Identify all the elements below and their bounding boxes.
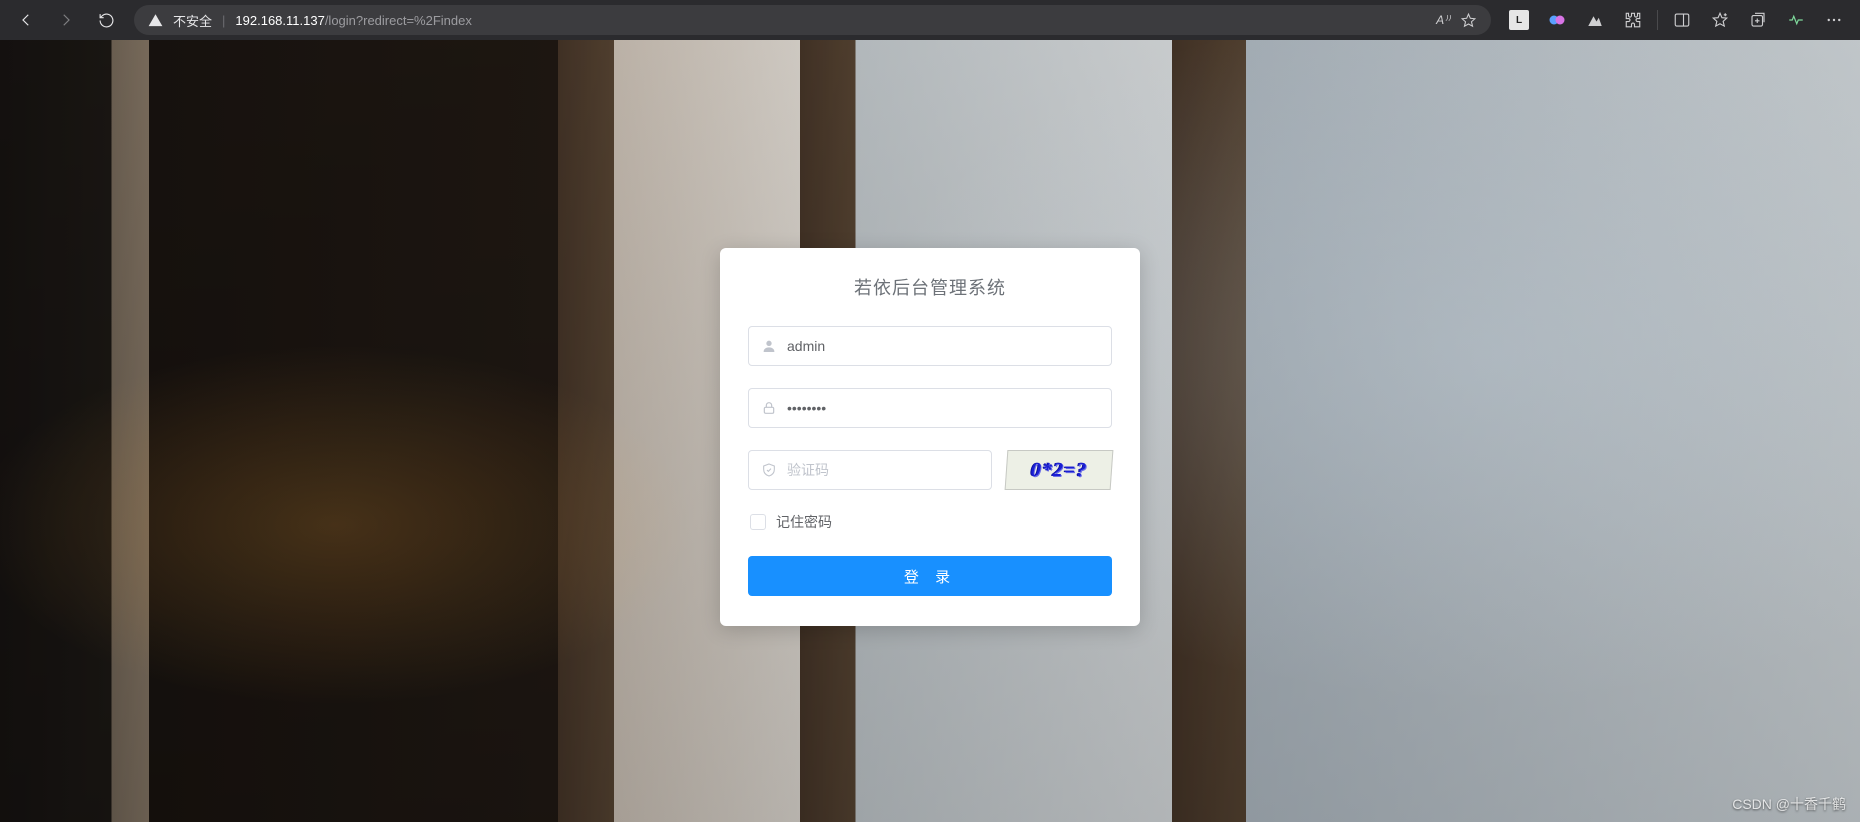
login-title: 若依后台管理系统 bbox=[748, 274, 1112, 300]
captcha-input[interactable] bbox=[787, 451, 979, 489]
extension-badge-icon: L bbox=[1509, 10, 1529, 30]
sidebar-icon bbox=[1673, 11, 1691, 29]
extensions-button[interactable] bbox=[1615, 4, 1651, 36]
address-bar[interactable]: 不安全 | 192.168.11.137/login?redirect=%2Fi… bbox=[134, 5, 1491, 35]
back-button[interactable] bbox=[8, 4, 44, 36]
url-text: 192.168.11.137/login?redirect=%2Findex bbox=[235, 13, 1426, 28]
username-input-wrap[interactable] bbox=[748, 326, 1112, 366]
collections-icon bbox=[1749, 11, 1767, 29]
user-icon bbox=[761, 338, 777, 354]
page-background: 若依后台管理系统 0*2=? 记住密码 登 录 CSDN @ bbox=[0, 40, 1860, 822]
watermark: CSDN @十香千鹤 bbox=[1732, 794, 1846, 814]
remember-row: 记住密码 bbox=[750, 512, 1112, 532]
username-row bbox=[748, 326, 1112, 366]
more-horizontal-icon bbox=[1825, 11, 1843, 29]
extension-l-button[interactable]: L bbox=[1501, 4, 1537, 36]
mountain-icon bbox=[1586, 11, 1604, 29]
insecure-label: 不安全 bbox=[173, 11, 212, 30]
read-aloud-icon[interactable]: A⁾⁾ bbox=[1436, 13, 1450, 27]
captcha-input-wrap[interactable] bbox=[748, 450, 992, 490]
login-button[interactable]: 登 录 bbox=[748, 556, 1112, 596]
browser-toolbar: 不安全 | 192.168.11.137/login?redirect=%2Fi… bbox=[0, 0, 1860, 40]
captcha-image[interactable]: 0*2=? bbox=[1005, 450, 1114, 490]
performance-button[interactable] bbox=[1778, 4, 1814, 36]
remember-label: 记住密码 bbox=[776, 512, 832, 532]
refresh-button[interactable] bbox=[88, 4, 124, 36]
favorites-button[interactable] bbox=[1702, 4, 1738, 36]
more-button[interactable] bbox=[1816, 4, 1852, 36]
forward-button[interactable] bbox=[48, 4, 84, 36]
favorite-icon[interactable] bbox=[1460, 12, 1477, 29]
shield-check-icon bbox=[761, 462, 777, 478]
extension-mountain-button[interactable] bbox=[1577, 4, 1613, 36]
split-screen-button[interactable] bbox=[1664, 4, 1700, 36]
remember-checkbox[interactable] bbox=[750, 514, 766, 530]
brain-icon bbox=[1548, 11, 1566, 29]
arrow-left-icon bbox=[17, 11, 35, 29]
arrow-right-icon bbox=[57, 11, 75, 29]
password-row bbox=[748, 388, 1112, 428]
warning-icon bbox=[148, 13, 163, 28]
collections-button[interactable] bbox=[1740, 4, 1776, 36]
toolbar-right: L bbox=[1501, 4, 1852, 36]
puzzle-icon bbox=[1624, 11, 1642, 29]
refresh-icon bbox=[98, 12, 115, 29]
heartbeat-icon bbox=[1787, 11, 1805, 29]
star-plus-icon bbox=[1711, 11, 1729, 29]
toolbar-divider bbox=[1657, 10, 1658, 30]
lock-icon bbox=[761, 400, 777, 416]
captcha-row: 0*2=? bbox=[748, 450, 1112, 490]
username-input[interactable] bbox=[787, 327, 1099, 365]
password-input-wrap[interactable] bbox=[748, 388, 1112, 428]
extension-brain-button[interactable] bbox=[1539, 4, 1575, 36]
login-card: 若依后台管理系统 0*2=? 记住密码 登 录 bbox=[720, 248, 1140, 626]
password-input[interactable] bbox=[787, 389, 1099, 427]
